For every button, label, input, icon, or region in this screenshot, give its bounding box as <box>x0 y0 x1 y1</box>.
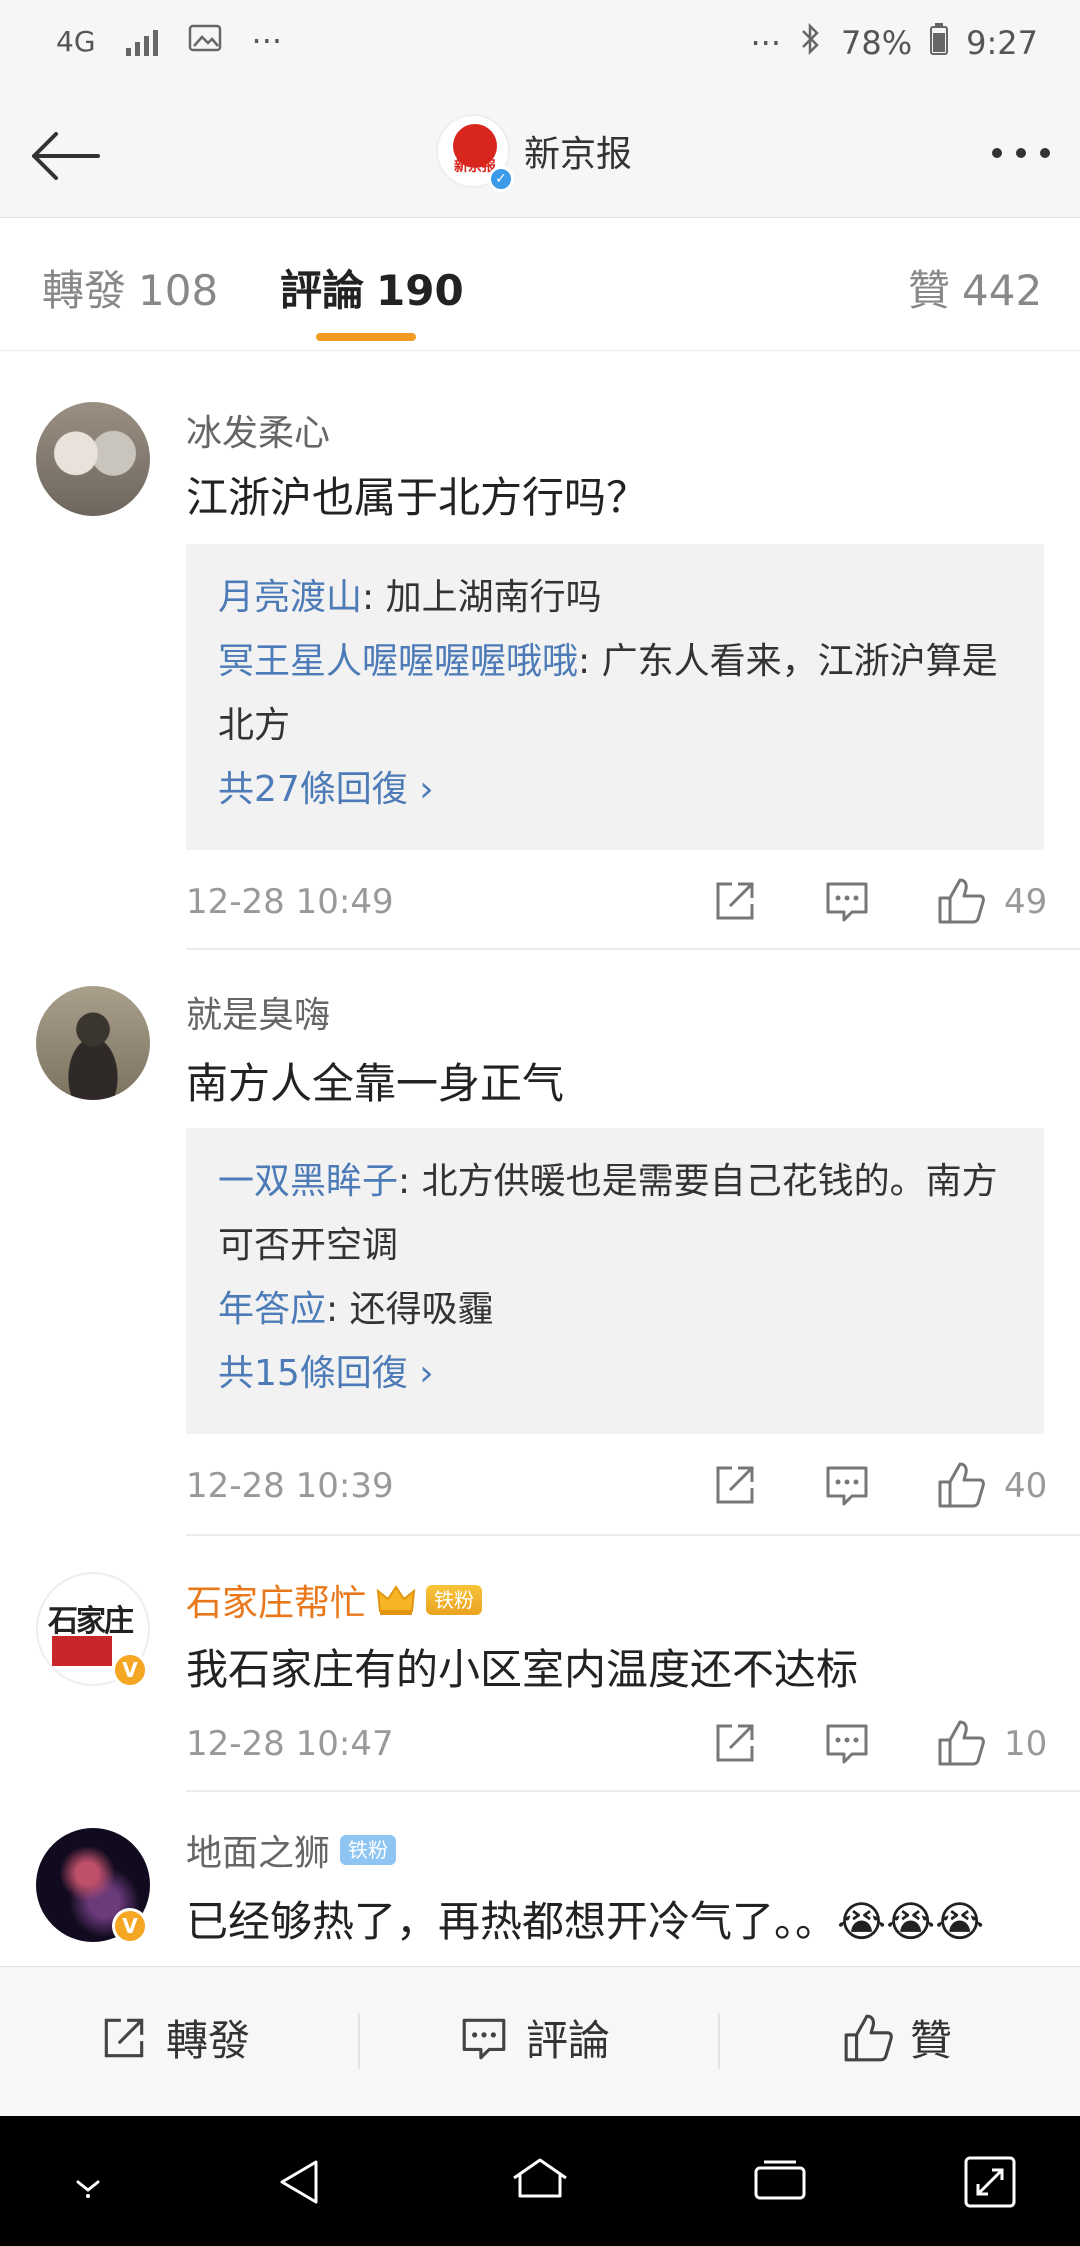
comment-username[interactable]: 石家庄帮忙 铁粉 <box>186 1574 483 1626</box>
back-nav-icon[interactable] <box>270 2152 330 2212</box>
account-header[interactable]: 新京报 ✓ 新京报 <box>436 114 633 192</box>
bluetooth-icon <box>799 22 823 64</box>
username-text: 地面之狮 <box>186 1833 331 1874</box>
back-button[interactable] <box>26 116 106 196</box>
tab-likes[interactable]: 贊 442 <box>908 257 1042 318</box>
comment-text: 已经够热了，再热都想开冷气了。。😭😭😭 <box>186 1897 985 1946</box>
crown-icon <box>376 1583 416 1617</box>
divider <box>186 1534 1080 1536</box>
battery-icon <box>930 23 949 63</box>
bottom-action-bar: 轉發 評論 贊 <box>0 1966 1080 2116</box>
comment-label: 評論 <box>526 2016 611 2065</box>
comment-text: 我石家庄有的小区室内温度还不达标 <box>186 1645 859 1694</box>
chevron-down-icon[interactable] <box>58 2152 118 2212</box>
comment-username[interactable]: 地面之狮 铁粉 <box>186 1824 397 1876</box>
tab-repost-count: 108 <box>138 266 219 315</box>
reply-line: 冥王星人喔喔喔喔哦哦: 广东人看来，江浙沪算是北方 <box>218 630 1012 758</box>
comment-username[interactable]: 就是臭嗨 <box>186 986 330 1038</box>
signal-icon <box>125 26 158 56</box>
recents-nav-icon[interactable] <box>750 2152 810 2212</box>
comment-icon <box>462 2018 506 2059</box>
comment-button[interactable]: 評論 <box>458 2007 610 2068</box>
like-icon[interactable] <box>936 876 986 926</box>
share-icon[interactable] <box>710 876 760 926</box>
share-icon[interactable] <box>710 1718 760 1768</box>
battery-percent: 78% <box>841 24 913 62</box>
reply-box[interactable]: 月亮渡山: 加上湖南行吗 冥王星人喔喔喔喔哦哦: 广东人看来，江浙沪算是北方 共… <box>186 544 1044 850</box>
avatar[interactable] <box>36 986 150 1100</box>
tab-comments[interactable]: 評論 190 <box>280 257 464 318</box>
comment-time: 12-28 10:49 <box>186 882 394 922</box>
avatar[interactable] <box>36 402 150 516</box>
comment-text: 南方人全靠一身正气 <box>186 1059 565 1108</box>
divider <box>358 2013 360 2069</box>
comment-meta: 12-28 10:49 49 <box>186 876 1048 926</box>
like-count: 40 <box>1004 1466 1048 1506</box>
comment-icon[interactable] <box>822 1718 872 1768</box>
like-icon[interactable] <box>936 1718 986 1768</box>
clock: 9:27 <box>966 24 1038 62</box>
tab-repost-label: 轉發 <box>42 266 127 315</box>
reply-box[interactable]: 一双黑眸子: 北方供暖也是需要自己花钱的。南方可否开空调 年答应: 还得吸霾 共… <box>186 1128 1044 1434</box>
like-count: 49 <box>1004 882 1048 922</box>
network-indicator: 4G <box>56 24 96 58</box>
notification-dots-right: ··· <box>750 24 782 62</box>
like-button[interactable]: 贊 <box>842 2007 952 2068</box>
comment-text: 江浙沪也属于北方行吗？ <box>186 473 649 522</box>
account-name: 新京报 <box>524 134 633 175</box>
tab-likes-count: 442 <box>962 266 1043 315</box>
view-all-replies-link[interactable]: 共27條回復 › <box>218 758 1012 822</box>
reply-text: : 加上湖南行吗 <box>362 577 602 618</box>
comment-item: V 地面之狮 铁粉 已经够热了，再热都想开冷气了。。😭😭😭 <box>0 1792 1080 1966</box>
tab-likes-label: 贊 <box>908 266 951 315</box>
like-label: 贊 <box>910 2016 953 2065</box>
comment-meta: 12-28 10:47 10 <box>186 1718 1048 1768</box>
username-text: 石家庄帮忙 <box>186 1583 367 1624</box>
verified-badge-icon: ✓ <box>488 166 514 192</box>
reply-line: 一双黑眸子: 北方供暖也是需要自己花钱的。南方可否开空调 <box>218 1150 1012 1278</box>
more-options-button[interactable] <box>992 148 1050 158</box>
reply-username[interactable]: 一双黑眸子 <box>218 1161 398 1202</box>
tab-bar: 轉發 108 評論 190 贊 442 <box>0 219 1080 351</box>
repost-button[interactable]: 轉發 <box>98 2007 250 2068</box>
gallery-icon <box>188 22 222 60</box>
like-icon <box>844 2014 893 2061</box>
repost-label: 轉發 <box>166 2016 251 2065</box>
reply-username[interactable]: 年答应 <box>218 1289 326 1330</box>
divider <box>186 948 1080 950</box>
comment-icon[interactable] <box>822 876 872 926</box>
comment-time: 12-28 10:47 <box>186 1724 394 1764</box>
fan-badge: 铁粉 <box>340 1835 397 1865</box>
tab-comments-count: 190 <box>376 266 464 315</box>
reply-username[interactable]: 月亮渡山 <box>218 577 362 618</box>
reply-username[interactable]: 冥王星人喔喔喔喔哦哦 <box>218 641 578 682</box>
comment-icon[interactable] <box>822 1460 872 1510</box>
home-nav-icon[interactable] <box>510 2152 570 2212</box>
active-tab-indicator <box>316 333 416 341</box>
like-icon[interactable] <box>936 1460 986 1510</box>
reply-text: : 还得吸霾 <box>326 1289 494 1330</box>
share-icon[interactable] <box>710 1460 760 1510</box>
like-count: 10 <box>1004 1724 1048 1764</box>
notification-dots: ··· <box>251 22 283 60</box>
share-icon <box>104 2018 144 2057</box>
comment-time: 12-28 10:39 <box>186 1466 394 1506</box>
arrow-left-icon <box>32 132 100 180</box>
fan-badge: 铁粉 <box>426 1585 483 1615</box>
comment-username[interactable]: 冰发柔心 <box>186 404 330 456</box>
top-header: 新京报 ✓ 新京报 <box>0 90 1080 218</box>
comment-meta: 12-28 10:39 40 <box>186 1460 1048 1510</box>
system-nav-bar <box>0 2116 1080 2246</box>
status-bar: 4G ··· ··· 78% 9:27 <box>0 0 1080 90</box>
reply-line: 年答应: 还得吸霾 <box>218 1278 1012 1342</box>
tab-comments-label: 評論 <box>280 266 365 315</box>
tab-repost[interactable]: 轉發 108 <box>42 257 218 318</box>
reply-line: 月亮渡山: 加上湖南行吗 <box>218 566 1012 630</box>
vip-badge-icon: V <box>112 1652 148 1688</box>
divider <box>718 2013 720 2069</box>
view-all-replies-link[interactable]: 共15條回復 › <box>218 1342 1012 1406</box>
expand-nav-icon[interactable] <box>960 2152 1020 2212</box>
vip-badge-icon: V <box>112 1908 148 1944</box>
